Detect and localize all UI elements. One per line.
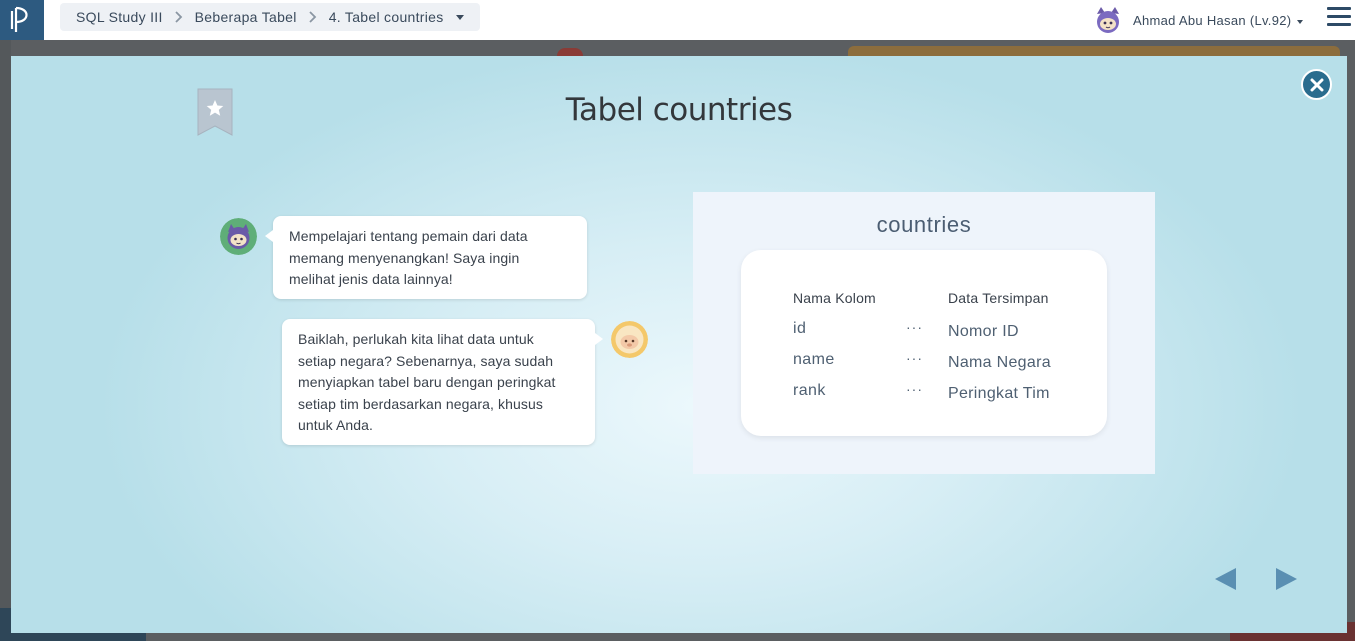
chevron-down-icon[interactable] xyxy=(1297,19,1304,24)
hamburger-menu-icon[interactable] xyxy=(1327,7,1351,29)
background-page-element xyxy=(557,48,583,56)
breadcrumb-item-chapter[interactable]: Beberapa Tabel xyxy=(195,9,297,25)
breadcrumb-item-lesson[interactable]: 4. Tabel countries xyxy=(329,9,444,25)
column-description: Nama Negara xyxy=(948,354,1051,371)
table-row: id ··· Nomor ID xyxy=(741,319,1107,344)
chat-line: menyiapkan tabel baru dengan peringkat xyxy=(298,374,556,391)
chevron-right-icon xyxy=(175,11,183,23)
row-dots: ··· xyxy=(906,319,923,335)
breadcrumb: SQL Study III Beberapa Tabel 4. Tabel co… xyxy=(60,3,480,31)
triangle-left-icon[interactable] xyxy=(1213,566,1239,592)
column-name: rank xyxy=(793,382,826,399)
table-name: countries xyxy=(876,212,972,237)
chevron-down-icon[interactable] xyxy=(455,14,464,20)
chat-line: memang menyenangkan! Saya ingin xyxy=(289,249,520,266)
chat-bubble-mentor: Baiklah, perlukah kita lihat data untuk … xyxy=(282,319,603,445)
chat-line: Baiklah, perlukah kita lihat data untuk xyxy=(298,331,534,347)
chat-bubble-learner: Mempelajari tentang pemain dari data mem… xyxy=(265,216,587,299)
ninja-cat-avatar xyxy=(220,218,257,255)
chat-line: setiap negara? Sebenarnya, saya sudah xyxy=(298,352,554,369)
breadcrumb-item-course[interactable]: SQL Study III xyxy=(76,9,163,25)
slide-modal: Tabel countries Mempelajari tentang pema… xyxy=(11,56,1347,633)
top-bar: SQL Study III Beberapa Tabel 4. Tabel co… xyxy=(0,0,1355,40)
header-column-name: Nama Kolom xyxy=(793,290,876,306)
column-description: Peringkat Tim xyxy=(948,385,1050,402)
column-name: name xyxy=(793,351,835,368)
chevron-right-icon xyxy=(309,11,317,23)
table-schema-card: Nama Kolom Data Tersimpan id ··· Nomor I… xyxy=(741,250,1107,436)
column-name: id xyxy=(793,320,807,337)
chat-line: setiap tim berdasarkan negara, khusus xyxy=(298,395,543,412)
table-row: name ··· Nama Negara xyxy=(741,350,1107,375)
column-description: Nomor ID xyxy=(948,323,1019,340)
table-diagram: countries Nama Kolom Data Tersimpan id ·… xyxy=(693,192,1155,474)
sheep-mentor-avatar xyxy=(611,321,648,358)
slide-title: Tabel countries xyxy=(565,92,793,128)
chat-line: melihat jenis data lainnya! xyxy=(289,271,453,288)
row-dots: ··· xyxy=(906,381,923,397)
avatar xyxy=(1097,7,1119,33)
background-page-element xyxy=(848,46,1340,56)
background-page xyxy=(0,40,11,641)
user-name: Ahmad Abu Hasan (Lv.92) xyxy=(1133,12,1292,28)
user-menu[interactable]: Ahmad Abu Hasan (Lv.92) xyxy=(1093,5,1304,35)
chat-line: untuk Anda. xyxy=(298,417,374,434)
row-dots: ··· xyxy=(906,350,923,366)
triangle-right-icon[interactable] xyxy=(1273,566,1299,592)
chat-line: Mempelajari tentang pemain dari data xyxy=(289,228,528,244)
header-stored-data: Data Tersimpan xyxy=(948,290,1049,306)
progate-logo-icon[interactable] xyxy=(0,0,44,40)
table-row: rank ··· Peringkat Tim xyxy=(741,381,1107,406)
